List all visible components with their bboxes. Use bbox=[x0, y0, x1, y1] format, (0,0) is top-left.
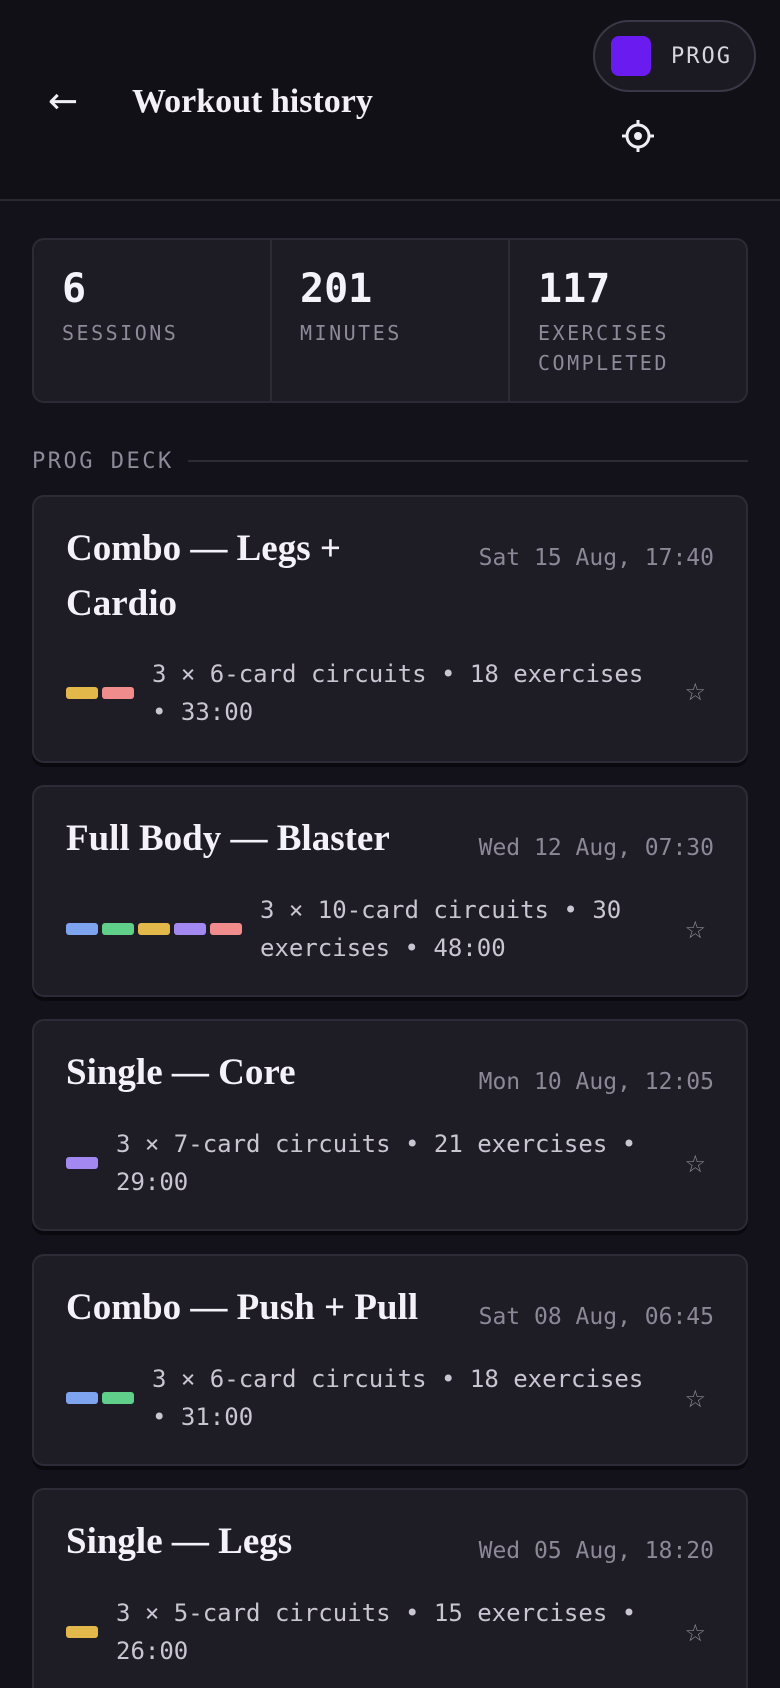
stat-sessions: 6 SESSIONS bbox=[34, 240, 272, 401]
section-heading: PROG DECK bbox=[32, 446, 748, 476]
stat-label: SESSIONS bbox=[62, 321, 179, 345]
category-swatches bbox=[66, 1392, 134, 1404]
session-title: Combo — Push + Pull bbox=[66, 1287, 419, 1328]
session-details: 3 × 10-card circuits • 30 exercises • 48… bbox=[66, 891, 660, 967]
session-details: 3 × 6-card circuits • 18 exercises • 33:… bbox=[66, 655, 652, 731]
settings-gear-icon[interactable] bbox=[620, 118, 656, 154]
deck-selector-button[interactable]: PROG bbox=[593, 20, 756, 92]
favorite-star-icon[interactable]: ☆ bbox=[684, 1618, 706, 1648]
session-meta: 3 × 6-card circuits • 18 exercises • 31:… bbox=[152, 1365, 644, 1431]
stats-summary: 6 SESSIONS 201 MINUTES 117 EXERCISES COM… bbox=[32, 238, 748, 403]
session-title: Single — Core bbox=[66, 1052, 296, 1093]
session-card[interactable]: Single — Core Mon 10 Aug, 12:05 3 × 7-ca… bbox=[32, 1019, 748, 1231]
session-title: Combo — Legs + Cardio bbox=[66, 528, 341, 624]
session-date: Wed 05 Aug, 18:20 bbox=[478, 1538, 714, 1564]
section-title: PROG DECK bbox=[32, 448, 174, 474]
session-meta: 3 × 7-card circuits • 21 exercises • 29:… bbox=[116, 1130, 637, 1196]
category-swatches bbox=[66, 1626, 98, 1638]
favorite-star-icon[interactable]: ☆ bbox=[684, 1149, 706, 1179]
category-swatches bbox=[66, 923, 242, 935]
session-card[interactable]: Full Body — Blaster Wed 12 Aug, 07:30 3 … bbox=[32, 785, 748, 997]
page-title: Workout history bbox=[132, 83, 373, 120]
session-details: 3 × 5-card circuits • 15 exercises • 26:… bbox=[66, 1594, 646, 1670]
stat-value: 117 bbox=[538, 266, 611, 312]
category-swatches bbox=[66, 687, 134, 699]
session-date: Wed 12 Aug, 07:30 bbox=[478, 835, 714, 861]
stat-value: 201 bbox=[300, 266, 373, 312]
session-title: Single — Legs bbox=[66, 1521, 293, 1562]
session-meta: 3 × 6-card circuits • 18 exercises • 33:… bbox=[152, 660, 644, 726]
section-divider bbox=[187, 460, 748, 462]
stat-exercises: 117 EXERCISES COMPLETED bbox=[510, 240, 746, 401]
category-swatches bbox=[66, 1157, 98, 1169]
favorite-star-icon[interactable]: ☆ bbox=[684, 1384, 706, 1414]
favorite-star-icon[interactable]: ☆ bbox=[684, 915, 706, 945]
back-arrow-icon[interactable]: ← bbox=[48, 78, 78, 126]
session-meta: 3 × 5-card circuits • 15 exercises • 26:… bbox=[116, 1599, 637, 1665]
deck-label: PROG bbox=[671, 43, 732, 69]
category-color-swatch bbox=[138, 923, 170, 935]
session-meta: 3 × 10-card circuits • 30 exercises • 48… bbox=[260, 896, 622, 962]
category-color-swatch bbox=[102, 923, 134, 935]
stat-minutes: 201 MINUTES bbox=[272, 240, 510, 401]
category-color-swatch bbox=[174, 923, 206, 935]
category-color-swatch bbox=[102, 1392, 134, 1404]
session-card[interactable]: Combo — Legs + Cardio Sat 15 Aug, 17:40 … bbox=[32, 495, 748, 763]
category-color-swatch bbox=[66, 1392, 98, 1404]
deck-color-swatch bbox=[611, 36, 651, 76]
session-date: Sat 08 Aug, 06:45 bbox=[478, 1304, 714, 1330]
session-date: Mon 10 Aug, 12:05 bbox=[478, 1069, 714, 1095]
session-details: 3 × 7-card circuits • 21 exercises • 29:… bbox=[66, 1125, 646, 1201]
category-color-swatch bbox=[66, 1626, 98, 1638]
session-card[interactable]: Combo — Push + Pull Sat 08 Aug, 06:45 3 … bbox=[32, 1254, 748, 1466]
app-header: ← Workout history PROG bbox=[0, 0, 780, 201]
stat-label: EXERCISES COMPLETED bbox=[538, 321, 669, 375]
session-card[interactable]: Single — Legs Wed 05 Aug, 18:20 3 × 5-ca… bbox=[32, 1488, 748, 1688]
stat-label: MINUTES bbox=[300, 321, 402, 345]
category-color-swatch bbox=[66, 687, 98, 699]
category-color-swatch bbox=[66, 923, 98, 935]
session-title: Full Body — Blaster bbox=[66, 818, 390, 859]
session-date: Sat 15 Aug, 17:40 bbox=[478, 545, 714, 571]
category-color-swatch bbox=[66, 1157, 98, 1169]
category-color-swatch bbox=[102, 687, 134, 699]
session-details: 3 × 6-card circuits • 18 exercises • 31:… bbox=[66, 1360, 652, 1436]
stat-value: 6 bbox=[62, 266, 87, 312]
category-color-swatch bbox=[210, 923, 242, 935]
favorite-star-icon[interactable]: ☆ bbox=[684, 677, 706, 707]
